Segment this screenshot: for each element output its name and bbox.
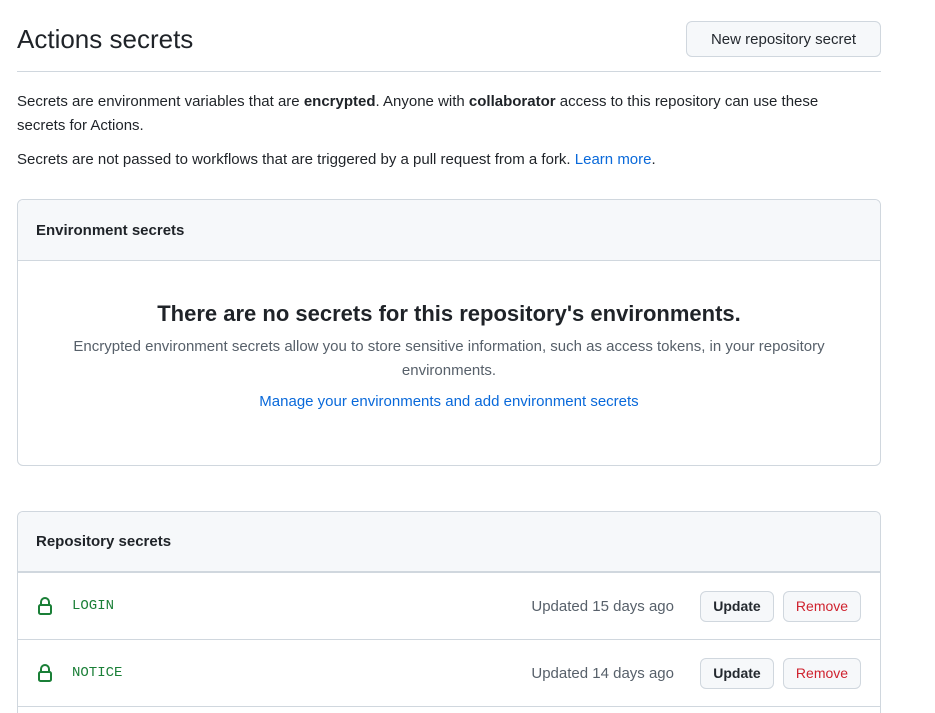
lock-icon — [37, 664, 53, 682]
secret-updated-time: Updated 14 days ago — [531, 664, 674, 682]
secret-row: NOTICE Updated 14 days ago Update Remove — [18, 640, 880, 707]
intro-fork-text: Secrets are not passed to workflows that… — [17, 151, 575, 168]
intro-bold-encrypted: encrypted — [303, 93, 376, 110]
intro-text: Secrets are environment variables that a… — [17, 90, 867, 172]
secret-name: NOTICE — [72, 665, 123, 681]
intro-period: . — [651, 151, 656, 168]
environment-secrets-box: Environment secrets There are no secrets… — [17, 199, 881, 466]
update-secret-button[interactable]: Update — [700, 657, 774, 689]
secret-name: LOGIN — [72, 598, 115, 614]
manage-environments-link[interactable]: Manage your environments and add environ… — [259, 393, 638, 410]
intro-text-segment: Secrets are environment variables that a… — [17, 93, 304, 110]
environment-secrets-empty-state: There are no secrets for this repository… — [18, 261, 880, 411]
remove-secret-button[interactable]: Remove — [783, 657, 861, 689]
remove-secret-button[interactable]: Remove — [783, 590, 861, 622]
secret-row: LOGIN Updated 15 days ago Update Remove — [18, 573, 880, 640]
page-title: Actions secrets — [17, 24, 194, 54]
environment-secrets-heading: Environment secrets — [18, 200, 880, 261]
intro-bold-collaborator: collaborator — [468, 93, 556, 110]
learn-more-link[interactable]: Learn more — [575, 151, 652, 168]
actions-secrets-page: Actions secrets New repository secret Se… — [0, 0, 935, 713]
repository-secrets-heading: Repository secrets — [18, 512, 880, 573]
empty-state-title: There are no secrets for this repository… — [157, 301, 741, 326]
update-secret-button[interactable]: Update — [700, 590, 774, 622]
new-repository-secret-button[interactable]: New repository secret — [686, 21, 881, 57]
page-header: Actions secrets New repository secret — [17, 0, 881, 72]
intro-paragraph-fork: Secrets are not passed to workflows that… — [17, 148, 867, 172]
empty-state-description: Encrypted environment secrets allow you … — [73, 338, 825, 379]
intro-text-segment: . Anyone with — [375, 93, 469, 110]
lock-icon — [37, 597, 53, 615]
intro-paragraph-encrypted: Secrets are environment variables that a… — [17, 90, 867, 138]
secret-updated-time: Updated 15 days ago — [531, 597, 674, 615]
repository-secrets-box: Repository secrets LOGIN Updated 15 days… — [17, 511, 881, 713]
